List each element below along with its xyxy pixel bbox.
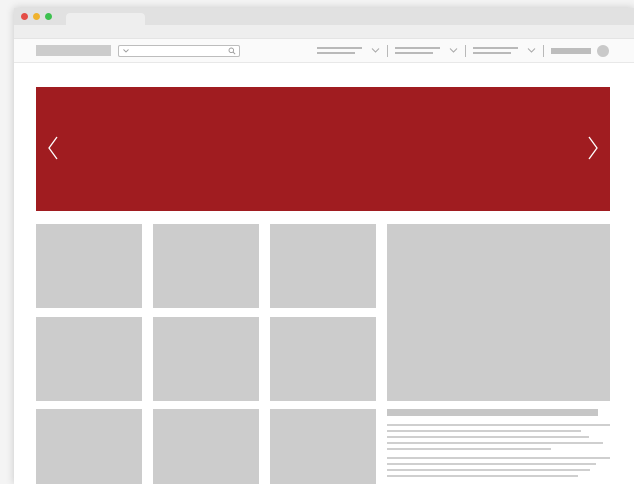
- product-tile[interactable]: [270, 409, 376, 484]
- nav-divider: [387, 45, 388, 57]
- featured-image[interactable]: [387, 224, 610, 401]
- chevron-down-icon: [449, 48, 458, 53]
- product-tile[interactable]: [270, 224, 376, 308]
- avatar[interactable]: [597, 45, 609, 57]
- search-input[interactable]: [118, 45, 240, 57]
- text-line: [387, 463, 596, 465]
- text-line: [387, 442, 603, 444]
- product-tile[interactable]: [36, 409, 142, 484]
- product-tile[interactable]: [36, 317, 142, 401]
- text-line: [387, 457, 610, 459]
- search-icon[interactable]: [228, 47, 236, 55]
- chevron-left-icon[interactable]: [46, 135, 60, 161]
- article-heading: [387, 409, 598, 416]
- browser-window: [14, 8, 634, 484]
- nav-divider: [465, 45, 466, 57]
- maximize-window-button[interactable]: [45, 13, 52, 20]
- title-bar: [14, 8, 634, 25]
- site-logo[interactable]: [36, 45, 111, 56]
- nav-menu-label: [317, 47, 362, 49]
- product-tile[interactable]: [36, 224, 142, 308]
- nav-menu-sublabel: [395, 52, 433, 54]
- site-header: [14, 39, 634, 63]
- nav-menu-sublabel: [473, 52, 511, 54]
- chevron-down-icon[interactable]: [122, 47, 130, 55]
- nav-menu-label: [473, 47, 518, 49]
- text-line: [387, 424, 610, 426]
- account-link[interactable]: [551, 48, 591, 54]
- chevron-down-icon: [371, 48, 380, 53]
- text-line: [387, 448, 551, 450]
- nav-divider: [543, 45, 544, 57]
- text-line: [387, 475, 578, 477]
- text-line: [387, 430, 581, 432]
- chevron-down-icon: [527, 48, 536, 53]
- browser-tab[interactable]: [66, 13, 145, 25]
- minimize-window-button[interactable]: [33, 13, 40, 20]
- chevron-right-icon[interactable]: [586, 135, 600, 161]
- text-line: [387, 436, 589, 438]
- product-tile[interactable]: [270, 317, 376, 401]
- text-line: [387, 469, 590, 471]
- product-tile[interactable]: [153, 409, 259, 484]
- close-window-button[interactable]: [21, 13, 28, 20]
- nav-menu-sublabel: [317, 52, 355, 54]
- product-tile[interactable]: [153, 317, 259, 401]
- nav-menu-label: [395, 47, 440, 49]
- address-bar[interactable]: [14, 25, 634, 39]
- product-tile[interactable]: [153, 224, 259, 308]
- hero-carousel[interactable]: [36, 87, 610, 211]
